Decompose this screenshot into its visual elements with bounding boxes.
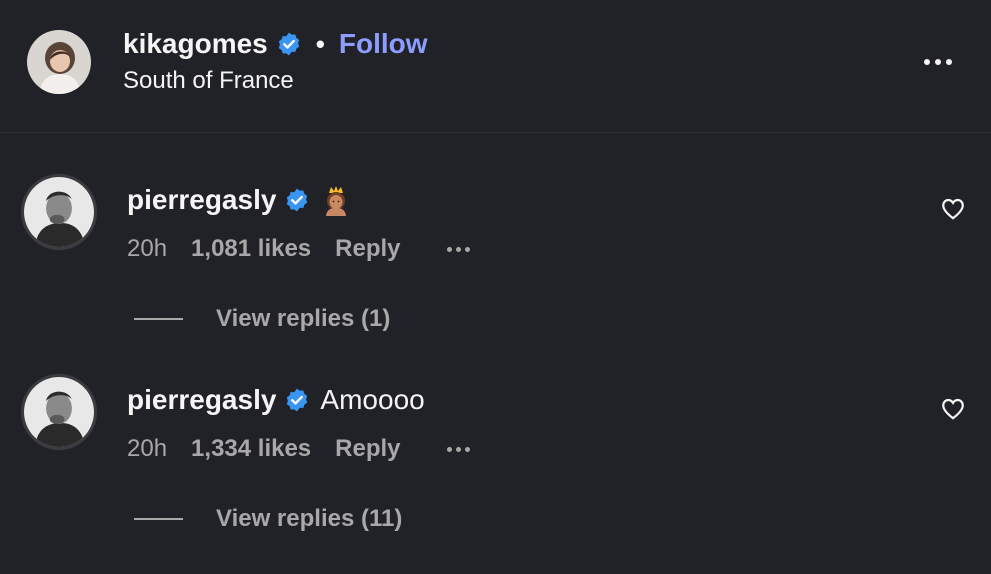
location-label[interactable]: South of France — [123, 67, 294, 95]
comment-timestamp[interactable]: 20h — [127, 435, 167, 463]
likes-count[interactable]: 1,334 likes — [191, 435, 311, 463]
follow-button[interactable]: Follow — [339, 28, 428, 60]
verified-badge-icon — [284, 187, 310, 213]
reply-button[interactable]: Reply — [335, 435, 400, 463]
view-replies-button[interactable]: View replies (1) — [134, 304, 390, 334]
reply-button[interactable]: Reply — [335, 235, 400, 263]
more-options-icon[interactable] — [918, 50, 958, 74]
comment-username[interactable]: pierregasly — [127, 384, 276, 416]
comment-meta: 20h 1,081 likes Reply — [127, 234, 470, 264]
replies-divider — [134, 318, 183, 320]
avatar[interactable] — [27, 30, 91, 94]
comment-username[interactable]: pierregasly — [127, 184, 276, 216]
comment-item: pierregasly 20h 1,081 likes Reply View r… — [0, 174, 991, 374]
comment-more-icon[interactable] — [446, 239, 470, 259]
comment-body: Amoooo — [320, 384, 425, 415]
comment-more-icon[interactable] — [446, 439, 470, 459]
comment-item: pierregasly Amoooo 20h 1,334 likes Reply… — [0, 374, 991, 574]
verified-badge-icon — [284, 387, 310, 413]
header-user-row: kikagomes • Follow — [123, 27, 428, 61]
comment-timestamp[interactable]: 20h — [127, 235, 167, 263]
heart-icon[interactable] — [940, 396, 966, 422]
view-replies-label: View replies (1) — [216, 305, 391, 332]
commenter-avatar[interactable] — [21, 174, 97, 250]
view-replies-label: View replies (11) — [216, 505, 403, 532]
commenter-avatar[interactable] — [21, 374, 97, 450]
separator-dot: • — [315, 28, 325, 59]
princess-emoji-icon — [320, 184, 352, 216]
likes-count[interactable]: 1,081 likes — [191, 235, 311, 263]
comment-text-row: pierregasly Amoooo — [127, 382, 425, 418]
heart-icon[interactable] — [940, 196, 966, 222]
replies-divider — [134, 518, 183, 520]
comment-meta: 20h 1,334 likes Reply — [127, 434, 470, 464]
post-header: kikagomes • Follow South of France — [0, 0, 991, 133]
verified-badge-icon — [276, 31, 302, 57]
comment-text-row: pierregasly — [127, 182, 352, 218]
header-username[interactable]: kikagomes — [123, 28, 268, 60]
view-replies-button[interactable]: View replies (11) — [134, 504, 402, 534]
